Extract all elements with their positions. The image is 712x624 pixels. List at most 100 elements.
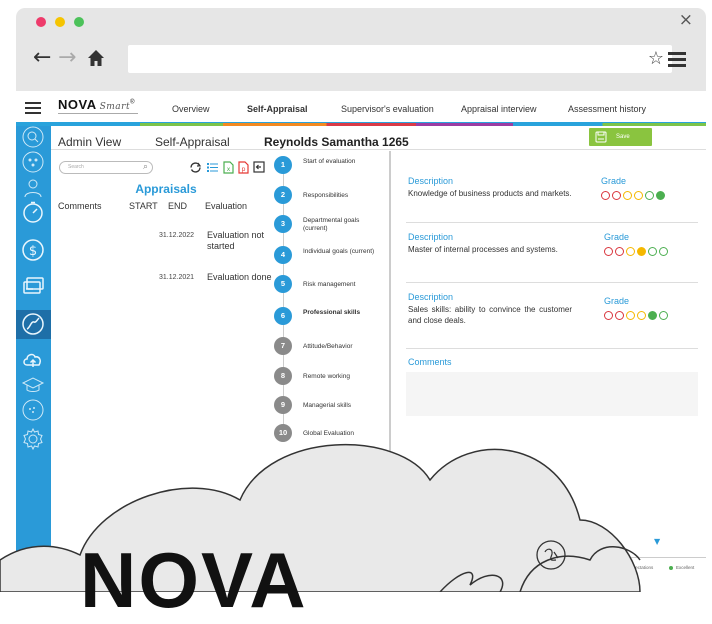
criterion-1-grade-selector[interactable] xyxy=(601,191,665,200)
criterion-3-grade-selector[interactable] xyxy=(604,311,668,320)
criterion-2-grade-selector[interactable] xyxy=(604,247,668,256)
tab-supervisors-evaluation[interactable]: Supervisor's evaluation xyxy=(341,104,434,114)
step-7-number[interactable]: 7 xyxy=(274,337,292,355)
step-6-label[interactable]: Professional skills xyxy=(303,309,377,317)
row-2-end-date[interactable]: 31.12.2021 xyxy=(159,274,194,281)
row-1-evaluation[interactable]: Evaluation not started xyxy=(207,230,269,252)
row-1-end-date[interactable]: 31.12.2022 xyxy=(159,232,194,239)
gear-icon[interactable] xyxy=(21,427,45,451)
step-1-label[interactable]: Start of evaluation xyxy=(303,158,377,166)
search-input[interactable]: Search ⌕ xyxy=(59,161,153,174)
svg-text:x: x xyxy=(227,166,231,173)
grade-dot-1[interactable] xyxy=(604,247,613,256)
scroll-down-icon[interactable]: ▼ xyxy=(654,537,660,546)
legend-item-above-expectations: Above expectations xyxy=(607,565,653,570)
grade-dot-5[interactable] xyxy=(648,247,657,256)
excel-export-icon[interactable]: x xyxy=(223,161,234,174)
app-viewport: NOVA Smart® Overview Self-Appraisal Super… xyxy=(16,91,706,592)
browser-window: × ← → ☆ NOVA Smart® Overview Self-Apprais… xyxy=(16,8,706,592)
address-bar[interactable]: ☆ xyxy=(128,45,672,73)
svg-text:p: p xyxy=(242,166,246,173)
dots-icon[interactable] xyxy=(21,398,45,422)
admin-view-label[interactable]: Admin View xyxy=(58,135,121,149)
close-icon[interactable]: × xyxy=(679,10,693,30)
step-7-label[interactable]: Attitude/Behavior xyxy=(303,343,377,351)
dollar-icon[interactable]: $ xyxy=(21,238,45,262)
list-icon[interactable] xyxy=(206,161,219,174)
team-icon[interactable] xyxy=(21,150,45,174)
timer-icon[interactable] xyxy=(21,200,45,224)
user-icon[interactable] xyxy=(21,176,45,200)
step-5-number[interactable]: 5 xyxy=(274,275,292,293)
grade-dot-3[interactable] xyxy=(623,191,632,200)
step-9-number[interactable]: 9 xyxy=(274,396,292,414)
window-minimize-dot[interactable] xyxy=(55,17,65,27)
back-arrow-icon[interactable]: ← xyxy=(33,47,51,69)
grade-dot-3[interactable] xyxy=(626,311,635,320)
save-button[interactable]: Save xyxy=(589,128,652,146)
cards-icon[interactable] xyxy=(21,274,45,298)
search-placeholder: Search xyxy=(68,164,84,170)
window-close-dot[interactable] xyxy=(36,17,46,27)
search-icon[interactable] xyxy=(21,125,45,149)
grade-dot-2[interactable] xyxy=(615,247,624,256)
grade-dot-6[interactable] xyxy=(656,191,665,200)
column-header-evaluation: Evaluation xyxy=(205,201,248,211)
hamburger-menu-icon[interactable] xyxy=(25,102,41,114)
criterion-1-text: Knowledge of business products and marke… xyxy=(408,189,572,198)
logo-script: Smart xyxy=(99,102,131,112)
step-2-number[interactable]: 2 xyxy=(274,186,292,204)
step-6-number[interactable]: 6 xyxy=(274,307,292,325)
step-10-label[interactable]: Global Evaluation xyxy=(303,430,377,438)
trend-icon[interactable] xyxy=(21,312,45,336)
sidebar: $ xyxy=(16,126,51,592)
grade-dot-3[interactable] xyxy=(626,247,635,256)
grade-dot-5[interactable] xyxy=(645,191,654,200)
tab-self-appraisal[interactable]: Self-Appraisal xyxy=(247,104,308,114)
grade-dot-6[interactable] xyxy=(659,311,668,320)
step-9-label[interactable]: Managerial skills xyxy=(303,402,377,410)
save-icon xyxy=(595,131,607,143)
exit-icon[interactable] xyxy=(253,161,265,173)
tab-overview[interactable]: Overview xyxy=(172,104,210,114)
forward-arrow-icon[interactable]: → xyxy=(58,47,76,69)
grade-dot-5[interactable] xyxy=(648,311,657,320)
grade-dot-2[interactable] xyxy=(612,191,621,200)
step-8-number[interactable]: 8 xyxy=(274,367,292,385)
grade-dot-1[interactable] xyxy=(604,311,613,320)
browser-menu-icon[interactable] xyxy=(668,52,686,67)
column-header-start: START xyxy=(129,201,158,211)
panel-divider xyxy=(389,151,391,531)
step-4-label[interactable]: Individual goals (current) xyxy=(303,248,377,256)
home-icon[interactable] xyxy=(86,48,106,68)
step-3-label[interactable]: Departmental goals (current) xyxy=(303,217,377,233)
step-1-number[interactable]: 1 xyxy=(274,156,292,174)
step-2-label[interactable]: Responsibilities xyxy=(303,192,377,200)
grade-dot-1[interactable] xyxy=(601,191,610,200)
tab-assessment-history[interactable]: Assessment history xyxy=(568,104,646,114)
criterion-1-description-label: Description xyxy=(408,176,454,186)
window-maximize-dot[interactable] xyxy=(74,17,84,27)
comments-field[interactable] xyxy=(406,372,698,416)
pdf-export-icon[interactable]: p xyxy=(238,161,249,174)
column-header-end: END xyxy=(168,201,188,211)
step-3-number[interactable]: 3 xyxy=(274,215,292,233)
step-8-label[interactable]: Remote working xyxy=(303,373,377,381)
cloud-upload-icon[interactable] xyxy=(21,347,45,371)
tab-appraisal-interview[interactable]: Appraisal interview xyxy=(461,104,537,114)
search-icon: ⌕ xyxy=(142,162,148,172)
legend-item-excellent: Excellent xyxy=(669,565,694,570)
grade-dot-4[interactable] xyxy=(637,247,646,256)
bookmark-star-icon[interactable]: ☆ xyxy=(648,48,664,69)
graduation-cap-icon[interactable] xyxy=(21,373,45,397)
grade-dot-4[interactable] xyxy=(634,191,643,200)
logo-text: NOVA xyxy=(58,97,97,112)
step-5-label[interactable]: Risk management xyxy=(303,281,377,289)
grade-dot-6[interactable] xyxy=(659,247,668,256)
criterion-2-grade-label: Grade xyxy=(604,232,630,242)
grade-dot-4[interactable] xyxy=(637,311,646,320)
refresh-icon[interactable] xyxy=(189,161,202,174)
grade-dot-2[interactable] xyxy=(615,311,624,320)
step-4-number[interactable]: 4 xyxy=(274,246,292,264)
step-10-number[interactable]: 10 xyxy=(274,424,292,442)
